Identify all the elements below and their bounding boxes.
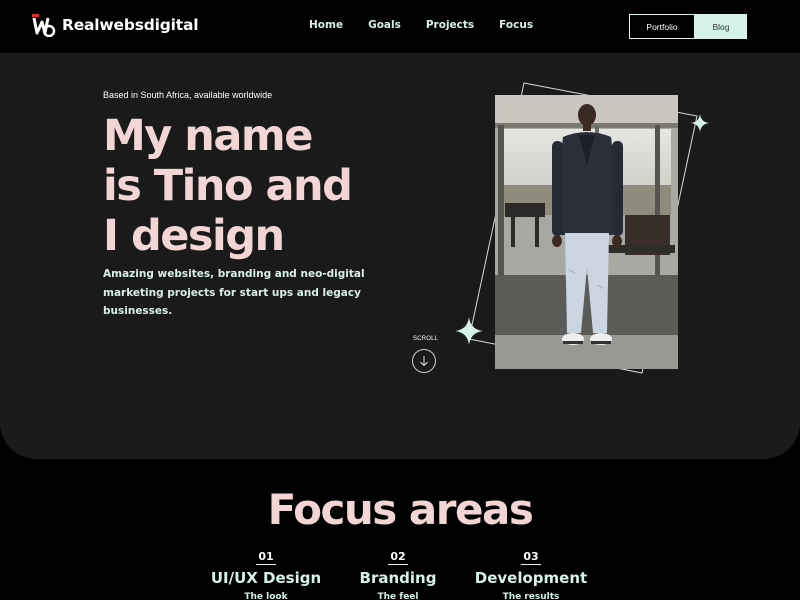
nav-focus[interactable]: Focus	[499, 19, 533, 31]
portfolio-button[interactable]: Portfolio	[629, 14, 695, 39]
focus-subtitle: The look	[244, 592, 288, 600]
focus-item-branding[interactable]: 02 Branding The feel	[348, 545, 448, 600]
profile-photo-frame	[455, 81, 715, 381]
focus-number: 01	[256, 550, 276, 565]
logo[interactable]: Realwebsdigital	[32, 13, 199, 38]
headline-line-1: My name	[103, 111, 313, 161]
hero-tagline: Based in South Africa, available worldwi…	[103, 90, 273, 100]
focus-name: Development	[474, 569, 588, 587]
main-nav: Home Goals Projects Focus	[309, 19, 558, 31]
arrow-down-icon	[419, 352, 429, 371]
profile-photo	[495, 95, 678, 369]
site-header: Realwebsdigital Home Goals Projects Focu…	[0, 0, 800, 53]
hero-section: Based in South Africa, available worldwi…	[0, 53, 800, 459]
blog-button[interactable]: Blog	[695, 14, 747, 39]
sparkle-icon-large	[455, 317, 483, 349]
focus-item-development[interactable]: 03 Development The results	[468, 545, 594, 600]
hero-headline: My name is Tino and I design	[103, 111, 353, 261]
logo-text: Realwebsdigital	[62, 16, 199, 34]
focus-number: 02	[388, 550, 408, 565]
scroll-label: SCROLL	[413, 336, 439, 342]
focus-item-uiux[interactable]: 01 UI/UX Design The look	[206, 545, 326, 600]
scroll-down-button[interactable]	[412, 349, 436, 373]
sparkle-icon-small	[691, 114, 709, 136]
header-buttons: Portfolio Blog	[629, 14, 747, 39]
focus-name: Branding	[359, 569, 437, 587]
focus-number: 03	[521, 550, 541, 565]
focus-title: Focus areas	[267, 485, 534, 534]
headline-line-3: I design	[103, 211, 285, 261]
nav-goals[interactable]: Goals	[368, 19, 401, 31]
logo-icon	[32, 13, 56, 38]
nav-projects[interactable]: Projects	[426, 19, 474, 31]
headline-line-2: is Tino and	[103, 161, 353, 211]
hero-subtext: Amazing websites, branding and neo-digit…	[103, 268, 365, 317]
nav-home[interactable]: Home	[309, 19, 343, 31]
focus-name: UI/UX Design	[210, 569, 322, 587]
focus-subtitle: The feel	[377, 592, 419, 600]
focus-subtitle: The results	[502, 592, 560, 600]
